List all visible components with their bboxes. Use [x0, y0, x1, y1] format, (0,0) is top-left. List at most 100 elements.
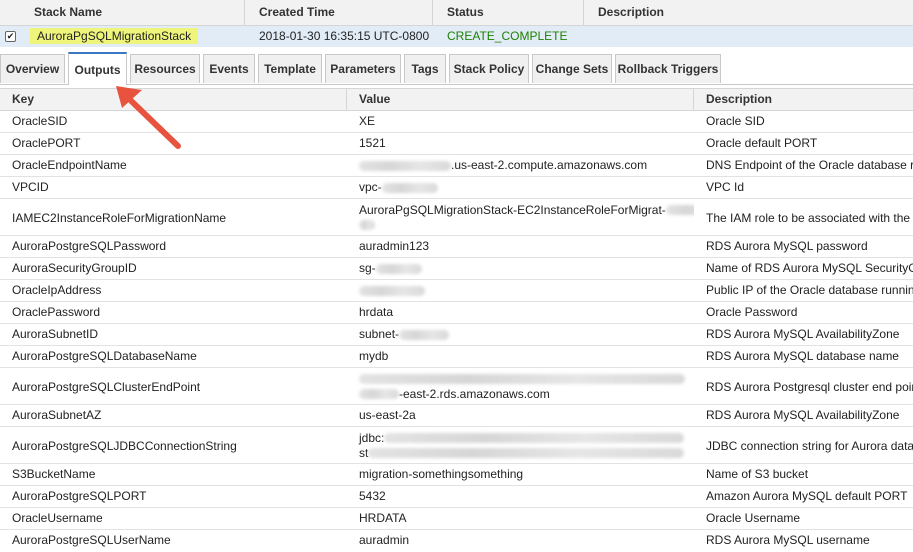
output-description: Oracle Username — [706, 511, 801, 525]
table-row: OracleSID XE Oracle SID — [0, 111, 913, 133]
output-value: AuroraPgSQLMigrationStack-EC2InstanceRol… — [359, 202, 666, 217]
output-value-line2: -east-2.rds.amazonaws.com — [399, 386, 550, 401]
output-value-cell: .us-east-2.compute.amazonaws.com — [347, 155, 694, 176]
output-description: RDS Aurora MySQL password — [706, 239, 868, 253]
col-stack-name[interactable]: Stack Name — [20, 0, 245, 25]
output-value: hrdata — [359, 305, 394, 319]
col-output-description[interactable]: Description — [694, 89, 913, 110]
output-key: S3BucketName — [12, 467, 96, 481]
table-row: AuroraPostgreSQLJDBCConnectionString jdb… — [0, 427, 913, 464]
output-value: migration-somethingsomething — [359, 467, 524, 481]
output-key: AuroraPostgreSQLDatabaseName — [12, 349, 197, 363]
output-description: RDS Aurora MySQL AvailabilityZone — [706, 327, 900, 341]
output-value: sg- — [359, 261, 376, 275]
tab-rollback-triggers[interactable]: Rollback Triggers — [615, 54, 721, 83]
output-value: auradmin — [359, 533, 410, 547]
redacted-value — [359, 285, 425, 296]
output-description: RDS Aurora MySQL AvailabilityZone — [706, 408, 900, 422]
output-key: OraclePassword — [12, 305, 101, 319]
col-created-time[interactable]: Created Time — [245, 0, 433, 25]
redacted-value — [399, 329, 450, 340]
table-row: OraclePassword hrdata Oracle Password — [0, 302, 913, 324]
redacted-value — [665, 205, 694, 216]
stack-row-checkbox[interactable]: ✔ — [5, 31, 16, 42]
redacted-value — [359, 389, 399, 400]
table-row: OracleUsername HRDATA Oracle Username — [0, 508, 913, 530]
output-key: OracleIpAddress — [12, 283, 102, 297]
tab-stack-policy[interactable]: Stack Policy — [449, 54, 529, 83]
output-value: jdbc: — [359, 430, 385, 445]
redacted-value — [359, 220, 375, 231]
output-key: AuroraPostgreSQLJDBCConnectionString — [12, 438, 237, 453]
output-value: vpc- — [359, 180, 382, 194]
output-description: Public IP of the Oracle database running… — [706, 283, 913, 297]
output-value-cell: -east-2.rds.amazonaws.com — [347, 368, 694, 405]
output-value: 1521 — [359, 136, 386, 150]
tab-overview[interactable]: Overview — [0, 54, 65, 83]
col-value[interactable]: Value — [347, 89, 694, 110]
table-row: AuroraPostgreSQLPORT 5432 Amazon Aurora … — [0, 486, 913, 508]
output-description: Oracle SID — [706, 114, 765, 128]
output-description: RDS Aurora Postgresql cluster end point — [706, 379, 913, 394]
output-description: Name of RDS Aurora MySQL SecurityGroup — [706, 261, 913, 275]
stack-description — [584, 26, 913, 47]
table-row: OracleIpAddress Public IP of the Oracle … — [0, 280, 913, 302]
output-description: The IAM role to be associated with the E… — [706, 210, 913, 225]
output-description: RDS Aurora MySQL username — [706, 533, 870, 547]
table-row: AuroraSubnetID subnet- RDS Aurora MySQL … — [0, 324, 913, 346]
tab-parameters[interactable]: Parameters — [325, 54, 401, 83]
output-value-cell: sg- — [347, 258, 694, 279]
outputs-rows: OracleSID XE Oracle SID OraclePORT 1521 … — [0, 111, 913, 552]
redacted-value — [381, 182, 438, 193]
output-key: OracleSID — [12, 114, 68, 128]
output-value: HRDATA — [359, 511, 407, 525]
stack-table: Stack Name Created Time Status Descripti… — [0, 0, 913, 48]
col-status[interactable]: Status — [433, 0, 584, 25]
output-value: XE — [359, 114, 376, 128]
stack-created-time: 2018-01-30 16:35:15 UTC-0800 — [259, 29, 430, 43]
output-description: RDS Aurora MySQL database name — [706, 349, 899, 363]
stack-name-cell: AuroraPgSQLMigrationStack — [20, 26, 245, 47]
table-row: AuroraPostgreSQLClusterEndPoint -east-2.… — [0, 368, 913, 405]
tab-outputs[interactable]: Outputs — [68, 52, 127, 85]
tab-template[interactable]: Template — [258, 54, 322, 83]
output-value: auradmin123 — [359, 239, 430, 253]
table-row: IAMEC2InstanceRoleForMigrationName Auror… — [0, 199, 913, 236]
redacted-value — [359, 374, 685, 385]
output-value: .us-east-2.compute.amazonaws.com — [451, 158, 648, 172]
stack-name[interactable]: AuroraPgSQLMigrationStack — [30, 28, 199, 44]
redacted-value — [359, 160, 451, 171]
output-description: Oracle Password — [706, 305, 798, 319]
output-key: AuroraPostgreSQLPORT — [12, 489, 147, 503]
output-description: Oracle default PORT — [706, 136, 818, 150]
output-key: AuroraPostgreSQLClusterEndPoint — [12, 379, 201, 394]
tab-change-sets[interactable]: Change Sets — [532, 54, 612, 83]
table-row: OracleEndpointName .us-east-2.compute.am… — [0, 155, 913, 177]
table-row: S3BucketName migration-somethingsomethin… — [0, 464, 913, 486]
tab-tags[interactable]: Tags — [404, 54, 446, 83]
output-value: subnet- — [359, 327, 400, 341]
output-key: OracleEndpointName — [12, 158, 127, 172]
tab-resources[interactable]: Resources — [130, 54, 200, 83]
output-value-line2: st — [359, 445, 369, 460]
output-key: AuroraSecurityGroupID — [12, 261, 137, 275]
col-key[interactable]: Key — [0, 89, 347, 110]
col-description[interactable]: Description — [584, 0, 913, 25]
table-row: AuroraSecurityGroupID sg- Name of RDS Au… — [0, 258, 913, 280]
output-description: Name of S3 bucket — [706, 467, 809, 481]
table-row: OraclePORT 1521 Oracle default PORT — [0, 133, 913, 155]
stack-row-selected[interactable]: ✔ AuroraPgSQLMigrationStack 2018-01-30 1… — [0, 26, 913, 47]
redacted-value — [368, 448, 685, 459]
output-key: AuroraSubnetID — [12, 327, 99, 341]
output-key: IAMEC2InstanceRoleForMigrationName — [12, 210, 227, 225]
tab-events[interactable]: Events — [203, 54, 255, 83]
table-row: AuroraPostgreSQLPassword auradmin123 RDS… — [0, 236, 913, 258]
output-key: AuroraPostgreSQLPassword — [12, 239, 167, 253]
output-value: us-east-2a — [359, 408, 416, 422]
output-key: OracleUsername — [12, 511, 103, 525]
output-value-cell: vpc- — [347, 177, 694, 198]
output-value-cell: AuroraPgSQLMigrationStack-EC2InstanceRol… — [347, 199, 694, 236]
outputs-table-header: Key Value Description — [0, 88, 913, 111]
output-key: AuroraPostgreSQLUserName — [12, 533, 171, 547]
table-row: VPCID vpc- VPC Id — [0, 177, 913, 199]
